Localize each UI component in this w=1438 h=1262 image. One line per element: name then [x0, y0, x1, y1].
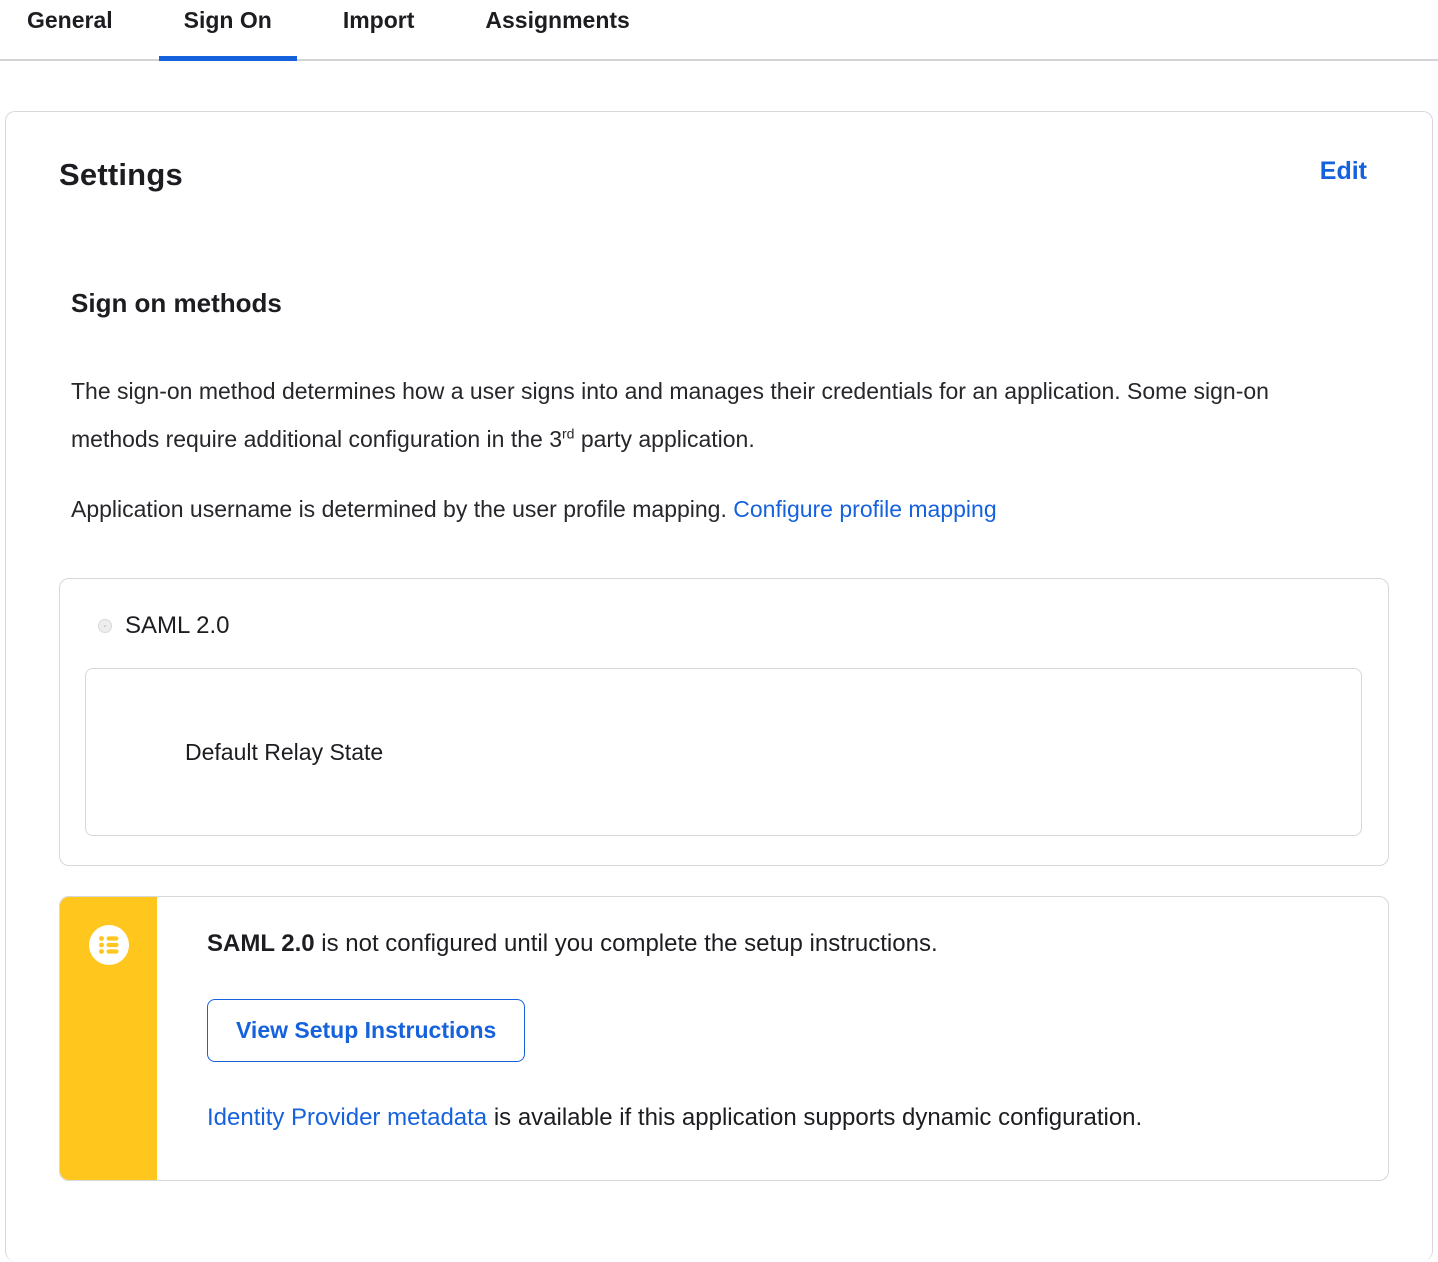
callout-message-rest: is not configured until you complete the…	[314, 930, 938, 957]
profile-mapping-note: Application username is determined by th…	[71, 485, 1311, 533]
edit-settings-link[interactable]: Edit	[1320, 157, 1367, 186]
tab-general[interactable]: General	[27, 0, 113, 59]
callout-body: SAML 2.0 is not configured until you com…	[157, 897, 1388, 1180]
sign-on-methods-heading: Sign on methods	[71, 288, 282, 318]
callout-accent-bar	[60, 897, 157, 1180]
setup-instructions-list-icon	[88, 925, 129, 965]
saml-setup-callout: SAML 2.0 is not configured until you com…	[59, 896, 1389, 1181]
settings-card: Settings Edit Sign on methods The sign-o…	[5, 111, 1433, 1261]
profile-mapping-text: Application username is determined by th…	[71, 496, 734, 522]
saml-radio-button[interactable]	[99, 620, 111, 632]
sign-on-methods-description: The sign-on method determines how a user…	[71, 367, 1311, 463]
configure-profile-mapping-link[interactable]: Configure profile mapping	[733, 496, 996, 522]
callout-footer: Identity Provider metadata is available …	[207, 1104, 1348, 1132]
saml-radio-row: SAML 2.0	[99, 612, 1362, 640]
callout-message-strong: SAML 2.0	[207, 930, 315, 957]
description-text-after: party application.	[574, 426, 755, 452]
app-tab-bar: General Sign On Import Assignments	[0, 0, 1438, 61]
default-relay-state-label: Default Relay State	[185, 738, 384, 765]
tab-assignments[interactable]: Assignments	[485, 0, 629, 59]
saml-radio-label: SAML 2.0	[125, 612, 230, 639]
identity-provider-metadata-link[interactable]: Identity Provider metadata	[207, 1104, 487, 1131]
ordinal-superscript: rd	[562, 425, 575, 442]
saml-settings-fieldset: Default Relay State	[85, 668, 1362, 836]
tab-import[interactable]: Import	[343, 0, 415, 59]
saml-method-box: SAML 2.0 Default Relay State	[59, 578, 1389, 866]
settings-title: Settings	[59, 157, 183, 192]
callout-footer-text: is available if this application support…	[487, 1103, 1143, 1131]
tab-sign-on[interactable]: Sign On	[158, 0, 298, 61]
view-setup-instructions-button[interactable]: View Setup Instructions	[207, 998, 526, 1062]
callout-message: SAML 2.0 is not configured until you com…	[207, 927, 1348, 961]
settings-card-header: Settings Edit	[59, 157, 1389, 193]
